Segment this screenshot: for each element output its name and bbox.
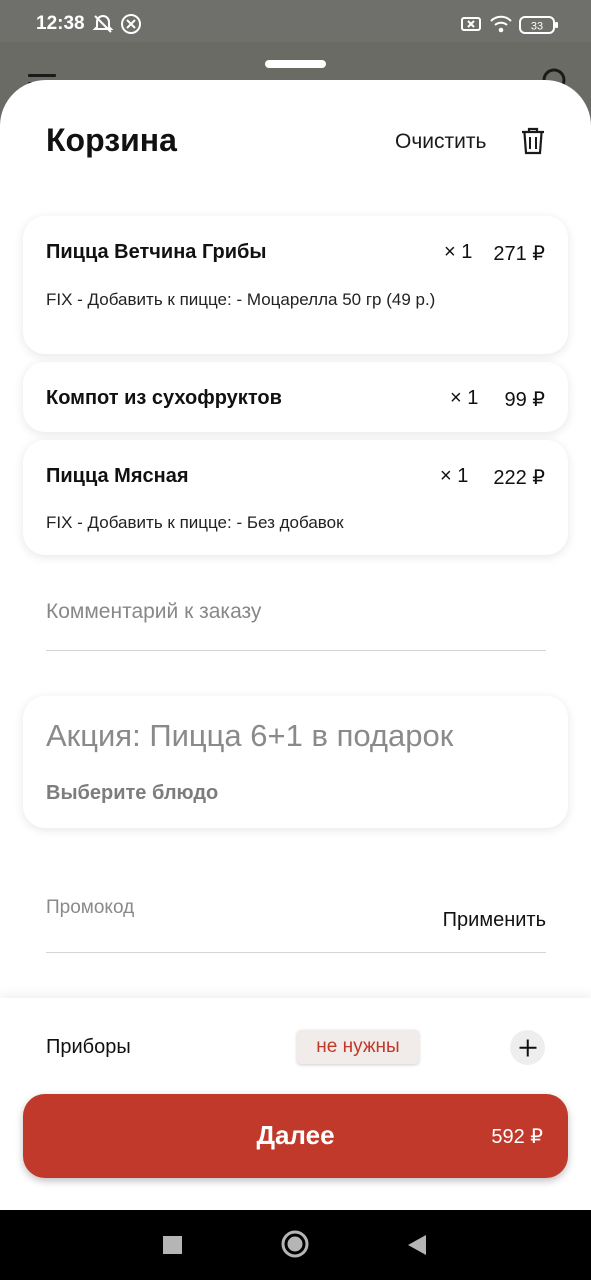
cart-item[interactable]: Пицца Ветчина Грибы × 1 271 ₽ FIX - Доба… <box>23 216 568 354</box>
recents-icon[interactable] <box>163 1236 182 1258</box>
item-quantity: × 1 <box>440 465 469 487</box>
item-name: Компот из сухофруктов <box>46 387 282 409</box>
next-button[interactable]: Далее 592 ₽ <box>23 1094 568 1178</box>
notifications-muted-icon <box>92 13 114 39</box>
sheet-drag-handle[interactable] <box>265 60 326 68</box>
promo-choose-dish[interactable]: Выберите блюдо <box>46 782 218 805</box>
item-name: Пицца Мясная <box>46 465 189 487</box>
promocode-placeholder: Промокод <box>46 897 135 918</box>
system-nav-bar <box>0 1210 591 1280</box>
order-comment-input[interactable]: Комментарий к заказу <box>46 600 546 651</box>
status-bar: 12:38 33 <box>0 0 591 42</box>
cart-sheet: Корзина Очистить Пицца Ветчина Грибы × 1… <box>0 80 591 1210</box>
order-total: 592 ₽ <box>491 1126 543 1148</box>
trash-icon[interactable] <box>520 127 546 159</box>
cart-item[interactable]: Пицца Мясная × 1 222 ₽ FIX - Добавить к … <box>23 440 568 555</box>
home-icon[interactable] <box>281 1230 309 1262</box>
order-comment-placeholder: Комментарий к заказу <box>46 600 262 623</box>
item-price: 222 ₽ <box>493 467 545 489</box>
item-quantity: × 1 <box>444 241 473 263</box>
cutlery-value-chip[interactable]: не нужны <box>297 1030 419 1064</box>
back-icon[interactable] <box>407 1234 427 1260</box>
item-modifier: FIX - Добавить к пицце: - Без добавок <box>46 513 344 532</box>
cart-title: Корзина <box>46 122 177 158</box>
blocked-icon <box>120 13 142 39</box>
item-quantity: × 1 <box>450 387 479 409</box>
item-name: Пицца Ветчина Грибы <box>46 241 267 263</box>
item-modifier: FIX - Добавить к пицце: - Моцарелла 50 г… <box>46 290 436 309</box>
item-price: 271 ₽ <box>493 243 545 265</box>
apply-promocode-button[interactable]: Применить <box>443 909 546 932</box>
add-cutlery-icon[interactable] <box>510 1030 545 1065</box>
item-price: 99 ₽ <box>504 389 545 411</box>
cart-footer: Приборы не нужны Далее 592 ₽ <box>0 998 591 1210</box>
sim-off-icon <box>460 13 482 39</box>
promo-offer-card[interactable]: Акция: Пицца 6+1 в подарок Выберите блюд… <box>23 696 568 828</box>
battery-level: 33 <box>531 21 543 33</box>
clear-cart-button[interactable]: Очистить <box>395 130 486 154</box>
next-button-label: Далее <box>256 1120 335 1150</box>
promocode-input[interactable]: Промокод Применить <box>46 892 546 953</box>
cart-item[interactable]: Компот из сухофруктов × 1 99 ₽ <box>23 362 568 432</box>
wifi-icon <box>489 13 513 39</box>
battery-icon: 33 <box>519 16 559 38</box>
status-time: 12:38 <box>36 13 85 34</box>
promo-title: Акция: Пицца 6+1 в подарок <box>46 718 454 753</box>
cutlery-label: Приборы <box>46 1036 131 1058</box>
